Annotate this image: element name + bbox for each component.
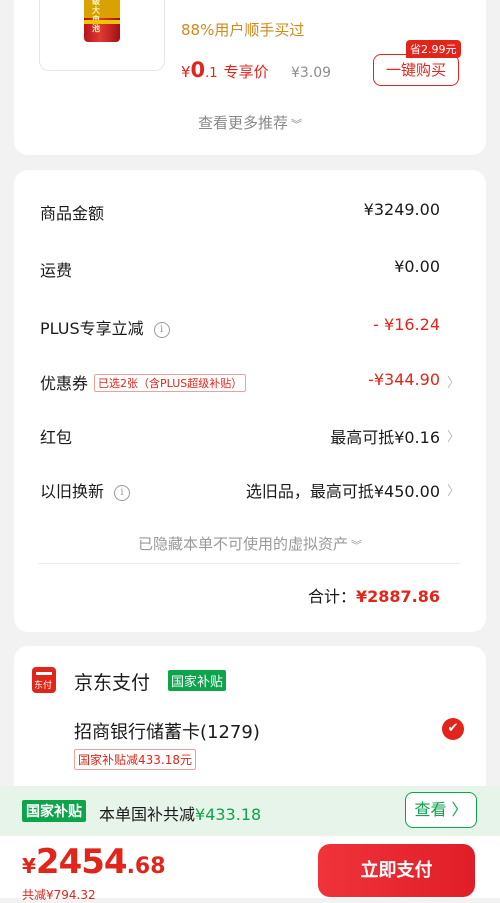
battery-label: 超级大电池 (92, 0, 100, 33)
chevron-right-icon: 〉 (446, 484, 460, 499)
subsidy-tag: 国家补贴减433.18元 (74, 749, 196, 770)
payment-method-name: 京东支付 (74, 672, 151, 694)
view-subsidy-button[interactable]: 查看 〉 (405, 792, 477, 828)
original-price: ¥3.09 (291, 65, 332, 81)
gov-subsidy-badge: 国家补贴 (22, 800, 86, 822)
row-red-packet[interactable]: 红包 最高可抵¥0.16 〉 (40, 419, 460, 449)
final-amount: ¥2454.68 (22, 842, 166, 882)
row-plus-discount: PLUS专享立减 i - ¥16.24 (40, 315, 440, 338)
save-badge: 省2.99元 (406, 40, 461, 58)
gov-subsidy-bar: 国家补贴 本单国补共减¥433.18 查看 〉 (0, 786, 500, 836)
buyers-text: 88%用户顺手买过 (181, 21, 305, 39)
pay-now-button[interactable]: 立即支付 (318, 844, 475, 897)
row-coupon[interactable]: 优惠券 已选2张（含PLUS超级补贴） -¥344.90 〉 (40, 365, 460, 395)
row-goods-amount: 商品金额 ¥3249.00 (40, 200, 440, 223)
bottom-pay-bar: ¥2454.68 共减¥794.32 立即支付 (0, 836, 500, 902)
bank-card-option[interactable]: 招商银行储蓄卡(1279) (74, 718, 260, 744)
info-icon[interactable]: i (114, 485, 131, 501)
coupon-tag: 已选2张（含PLUS超级补贴） (94, 374, 247, 392)
row-shipping: 运费 ¥0.00 (40, 257, 440, 280)
one-click-buy-button[interactable]: 一键购买 (373, 54, 459, 86)
row-trade-in[interactable]: 以旧换新 i 选旧品，最高可抵¥450.00 〉 (40, 473, 460, 503)
product-thumbnail[interactable]: 超级大电池 (39, 0, 165, 71)
recommend-card: 超级大电池 88%用户顺手买过 ¥0.1专享价 ¥3.09 一键购买 省2.99… (14, 0, 486, 155)
gov-subsidy-text: 本单国补共减¥433.18 (99, 805, 262, 824)
chevron-down-icon: ︾ (291, 118, 302, 131)
jd-pay-logo-icon: 东付 (32, 667, 56, 693)
chevron-down-icon: ︾ (351, 539, 362, 552)
total-saved: 共减¥794.32 (22, 888, 96, 902)
more-recommendations-link[interactable]: 查看更多推荐 ︾ (14, 112, 486, 133)
order-summary-card: 商品金额 ¥3249.00 运费 ¥0.00 PLUS专享立减 i - ¥16.2… (14, 170, 486, 632)
checkmark-icon[interactable]: ✔ (442, 718, 464, 740)
gov-subsidy-badge: 国家补贴 (168, 670, 227, 691)
exclusive-price: ¥0.1 专享价 (181, 58, 269, 82)
divider (38, 563, 460, 564)
info-icon[interactable]: i (153, 322, 170, 338)
order-total: 合计：¥2887.86 (307, 587, 440, 606)
chevron-right-icon: 〉 (446, 376, 460, 391)
hidden-assets-link[interactable]: 已隐藏本单不可使用的虚拟资产 ︾ (14, 533, 486, 554)
battery-image: 超级大电池 (84, 0, 120, 42)
chevron-right-icon: 〉 (446, 430, 460, 445)
